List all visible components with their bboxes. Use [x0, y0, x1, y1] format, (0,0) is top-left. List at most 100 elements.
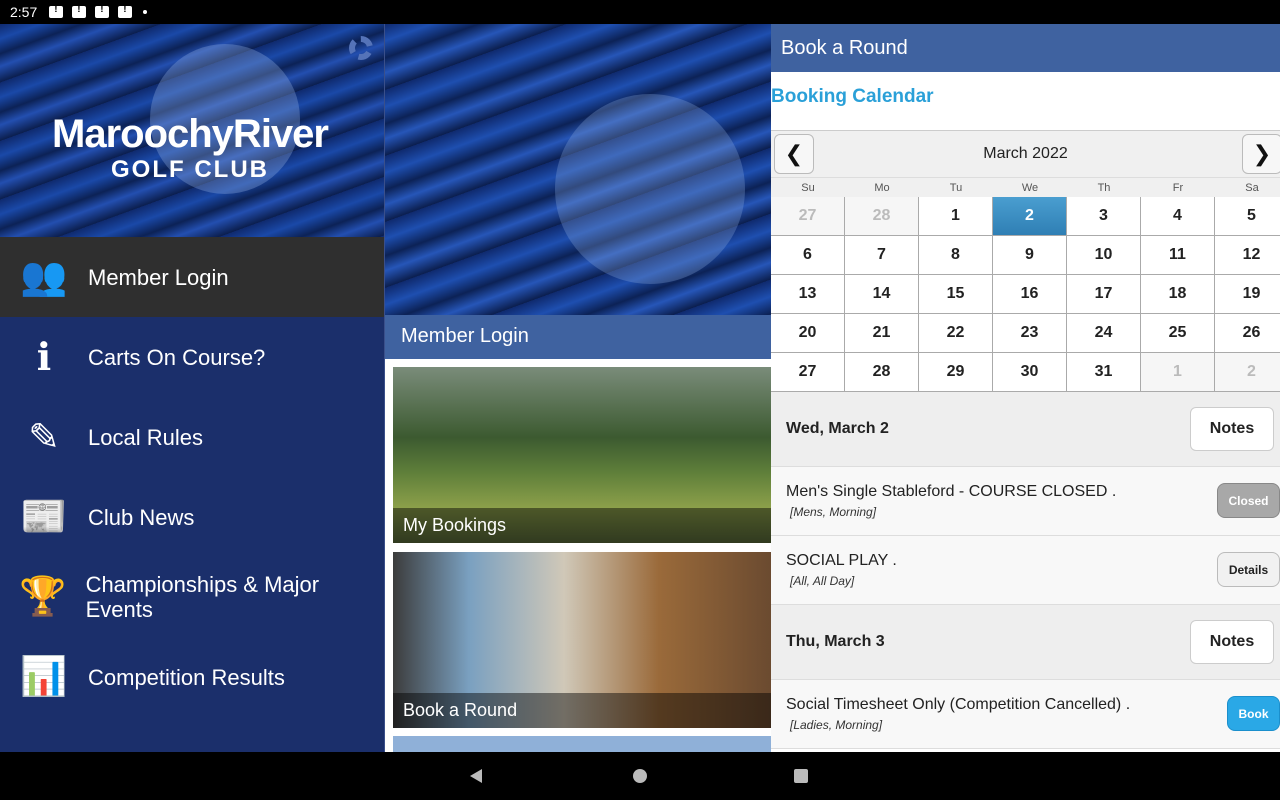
schedule-list: Wed, March 2 Notes Men's Single Stableford…: [771, 392, 1280, 749]
tile-my-bookings[interactable]: My Bookings: [393, 367, 771, 543]
weekday-label: Tu: [949, 182, 963, 194]
more-notifications-icon: [143, 10, 148, 14]
calendar-header: ❮ March 2022 ❯: [771, 131, 1280, 177]
calendar-day[interactable]: 2: [1215, 353, 1280, 392]
calendar-day[interactable]: 27: [771, 353, 845, 392]
calendar-day[interactable]: 1: [1141, 353, 1215, 392]
back-icon[interactable]: [470, 769, 482, 783]
calendar-day[interactable]: 4: [1141, 197, 1215, 236]
chevron-right-icon: ❯: [1252, 141, 1272, 166]
calendar-day[interactable]: 13: [771, 275, 845, 314]
notes-button[interactable]: Notes: [1190, 620, 1274, 664]
menu-item-label: Club News: [88, 504, 195, 530]
calendar-day[interactable]: 7: [845, 236, 919, 275]
tile-label: My Bookings: [393, 508, 771, 543]
event-row: Men's Single Stableford - COURSE CLOSED …: [771, 467, 1280, 536]
menu-item[interactable]: 🏆 Championships & Major Events: [0, 557, 384, 637]
event-subtitle: [All, All Day]: [790, 574, 855, 588]
details-button[interactable]: Details: [1217, 552, 1280, 587]
calendar-day[interactable]: 9: [993, 236, 1067, 275]
menu-item-label: Local Rules: [88, 424, 203, 450]
calendar-day[interactable]: 24: [1067, 314, 1141, 353]
event-subtitle: [Ladies, Morning]: [790, 718, 883, 732]
calendar-day[interactable]: 17: [1067, 275, 1141, 314]
closed-button[interactable]: Closed: [1217, 483, 1280, 518]
weekday-label: Fr: [1172, 182, 1184, 194]
calendar-day[interactable]: 1: [919, 197, 993, 236]
calendar-day[interactable]: 8: [919, 236, 993, 275]
notification-icon: [49, 4, 64, 18]
calendar-day[interactable]: 26: [1215, 314, 1280, 353]
calendar-day[interactable]: 3: [1067, 197, 1141, 236]
calendar-day[interactable]: 19: [1215, 275, 1280, 314]
event-subtitle: [Mens, Morning]: [790, 505, 877, 519]
weekday-label: Su: [801, 182, 815, 194]
book-button[interactable]: Book: [1227, 696, 1280, 731]
notification-icon: [72, 4, 87, 18]
weekday-label: Th: [1097, 182, 1111, 194]
schedule-date-row: Thu, March 3 Notes: [771, 605, 1280, 680]
menu-item[interactable]: 📰 Club News: [0, 477, 384, 557]
next-month-button[interactable]: ❯: [1242, 134, 1280, 174]
logo-sub-text: GOLF CLUB: [111, 156, 269, 183]
calendar-day[interactable]: 28: [845, 197, 919, 236]
booking-calendar-heading: Booking Calendar: [771, 86, 934, 107]
menu-item[interactable]: 👥 Member Login: [0, 237, 384, 317]
tile-book-a-round[interactable]: Book a Round: [393, 552, 771, 728]
calendar-day[interactable]: 25: [1141, 314, 1215, 353]
system-nav-bar: [0, 752, 1280, 800]
calendar-day[interactable]: 14: [845, 275, 919, 314]
gear-icon[interactable]: [349, 36, 373, 60]
calendar-day[interactable]: 18: [1141, 275, 1215, 314]
tile-next[interactable]: [393, 736, 771, 752]
event-title: SOCIAL PLAY .: [786, 552, 897, 569]
event-row: SOCIAL PLAY . [All, All Day] Details: [771, 536, 1280, 605]
schedule-date: Wed, March 2: [786, 420, 889, 437]
club-logo-banner: MaroochyRiver GOLF CLUB: [0, 24, 384, 237]
calendar-day[interactable]: 27: [771, 197, 845, 236]
club-logo: MaroochyRiver GOLF CLUB: [30, 112, 350, 184]
calendar-month: March 2022: [983, 145, 1068, 162]
calendar-day[interactable]: 20: [771, 314, 845, 353]
calendar-day[interactable]: 12: [1215, 236, 1280, 275]
calendar-day[interactable]: 15: [919, 275, 993, 314]
clock: 2:57: [10, 4, 38, 20]
calendar-day[interactable]: 10: [1067, 236, 1141, 275]
notification-icon: [118, 4, 133, 18]
schedule-date-row: Wed, March 2 Notes: [771, 392, 1280, 467]
calendar-day[interactable]: 11: [1141, 236, 1215, 275]
calendar-day-selected[interactable]: 2: [993, 197, 1067, 236]
calendar-day[interactable]: 5: [1215, 197, 1280, 236]
trophy-icon: 🏆: [19, 576, 67, 618]
calendar-day[interactable]: 6: [771, 236, 845, 275]
info-icon: ℹ: [36, 336, 52, 379]
home-icon[interactable]: [633, 769, 647, 783]
calendar-day[interactable]: 23: [993, 314, 1067, 353]
calendar-day[interactable]: 29: [919, 353, 993, 392]
recents-icon[interactable]: [794, 769, 808, 783]
menu-item[interactable]: 📊 Competition Results: [0, 637, 384, 717]
member-login-panel: Member Login My Bookings Book a Round: [384, 24, 771, 752]
calendar-day[interactable]: 22: [919, 314, 993, 353]
calendar-day[interactable]: 28: [845, 353, 919, 392]
weekday-label: Mo: [874, 182, 890, 194]
members-icon: 👥: [20, 256, 68, 298]
side-menu: MaroochyRiver GOLF CLUB 👥 Member Login ℹ Ca…: [0, 24, 384, 752]
swan-emblem: [555, 94, 745, 284]
menu-item-label: Carts On Course?: [88, 344, 266, 370]
tile-label: Book a Round: [393, 693, 771, 728]
calendar-day[interactable]: 16: [993, 275, 1067, 314]
calendar-day[interactable]: 21: [845, 314, 919, 353]
calendar-grid: 27 28 1 2 3 4 5 6 7 8 9 10 11 12 13 14 15 16 17 18 19 20 21 22 2…: [771, 197, 1280, 392]
calendar-day[interactable]: 30: [993, 353, 1067, 392]
notification-icon: [95, 4, 110, 18]
menu-item-label: Championships & Major Events: [85, 572, 320, 622]
menu-item[interactable]: ℹ Carts On Course?: [0, 317, 384, 397]
status-bar: 2:57: [0, 0, 1280, 752]
notes-button[interactable]: Notes: [1190, 407, 1274, 451]
menu-item[interactable]: ✎ Local Rules: [0, 397, 384, 477]
logo-main-text: MaroochyRiver: [52, 112, 329, 156]
prev-month-button[interactable]: ❮: [774, 134, 814, 174]
calendar-day[interactable]: 31: [1067, 353, 1141, 392]
menu-item-label: Competition Results: [88, 664, 285, 690]
